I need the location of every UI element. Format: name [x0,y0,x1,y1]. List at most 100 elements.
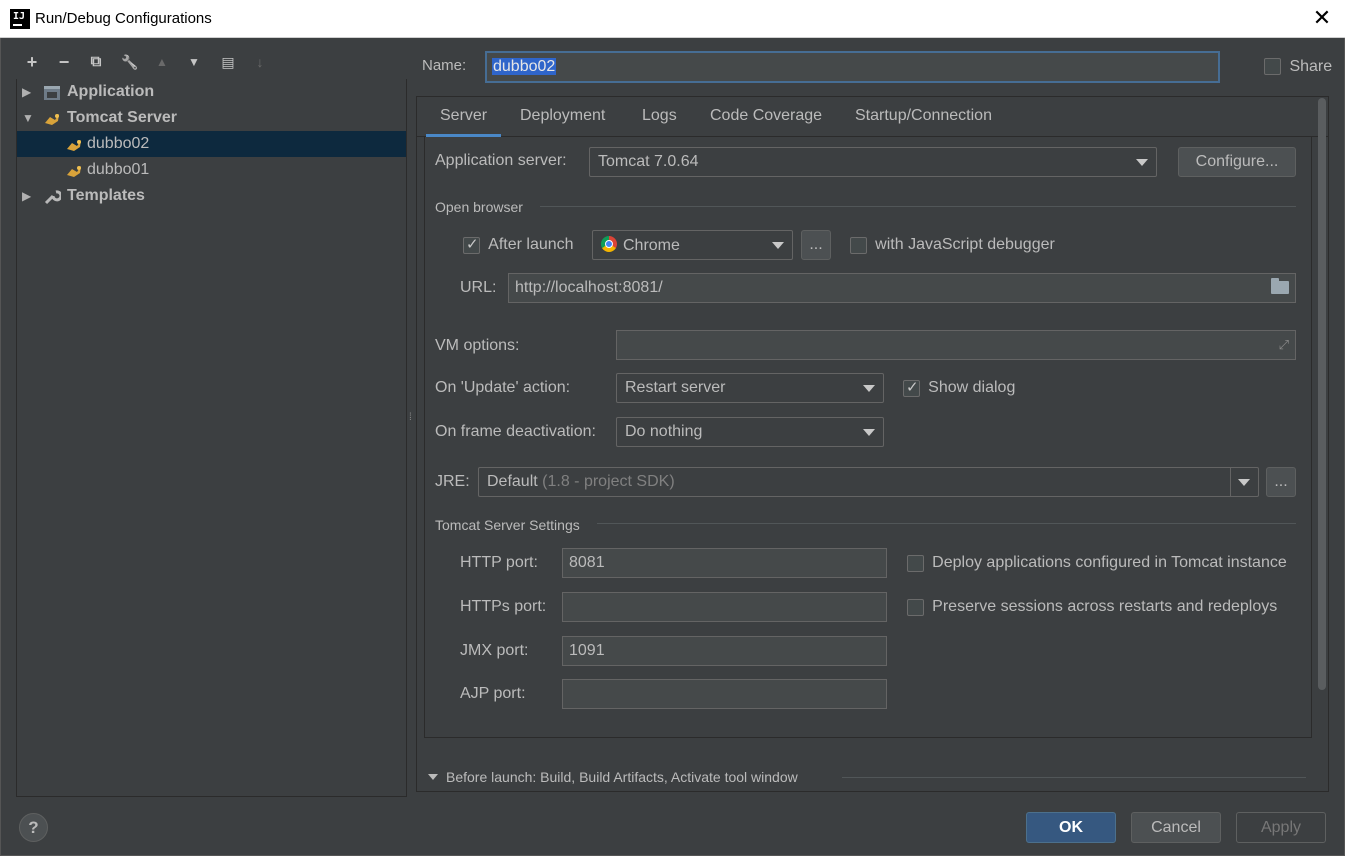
jre-select[interactable]: Default (1.8 - project SDK) [478,467,1259,497]
app-server-select[interactable]: Tomcat 7.0.64 [589,147,1157,177]
show-dialog-checkbox-box[interactable] [903,378,920,397]
tab-deployment[interactable]: Deployment [520,107,605,125]
on-update-select[interactable]: Restart server [616,373,884,403]
ajp-port-input[interactable] [562,679,887,709]
folder-icon[interactable] [1271,278,1289,294]
wrench-icon [43,188,63,205]
config-tree: ▶ Application ▼ Tomcat Server dubbo02 du… [16,79,407,797]
after-launch-checkbox[interactable]: After launch [463,235,574,254]
name-label: Name: [422,57,467,74]
tree-item-templates[interactable]: ▶ Templates [17,183,406,209]
on-frame-value: Do nothing [625,423,703,440]
show-dialog-checkbox[interactable]: Show dialog [903,378,1016,397]
https-port-label: HTTPs port: [460,598,547,615]
tree-item-dubbo02[interactable]: dubbo02 [17,131,406,157]
separator [1230,468,1231,496]
tree-item-label: Tomcat Server [67,109,177,126]
splitter-handle[interactable]: ⁞ [409,413,413,433]
browser-browse-button[interactable]: ... [801,230,831,260]
on-update-label: On 'Update' action: [435,379,571,396]
remove-config-button[interactable]: − [53,50,75,74]
app-server-label: Application server: [435,152,567,169]
collapse-triangle-icon [428,774,438,780]
vm-options-label: VM options: [435,337,520,354]
share-checkbox[interactable]: Share [1264,58,1332,76]
new-folder-button[interactable]: ▤ [217,50,239,74]
expand-arrow-icon[interactable]: ▶ [22,183,31,209]
move-up-button[interactable]: ▲ [151,50,173,74]
chevron-down-icon [1136,159,1148,166]
ajp-port-label: AJP port: [460,685,526,702]
tab-code-coverage[interactable]: Code Coverage [710,107,822,125]
panel-scrollbar[interactable] [1318,98,1326,690]
on-update-value: Restart server [625,379,726,396]
tab-server[interactable]: Server [425,107,502,137]
tomcat-icon [65,136,83,152]
vm-options-input[interactable]: ⤢ [616,330,1296,360]
http-port-label: HTTP port: [460,554,538,571]
preserve-sessions-checkbox-box[interactable] [907,598,924,616]
browser-value: Chrome [623,237,680,254]
tomcat-icon [43,110,61,126]
url-input[interactable]: http://localhost:8081/ [508,273,1296,303]
browser-select[interactable]: Chrome [592,230,793,260]
url-value: http://localhost:8081/ [515,279,663,296]
tab-bar: Server Deployment Logs Code Coverage Sta… [417,97,1328,137]
http-port-input[interactable]: 8081 [562,548,887,578]
before-launch-label: Before launch: Build, Build Artifacts, A… [446,769,798,785]
sort-button[interactable]: ↓ [249,50,271,74]
show-dialog-label: Show dialog [928,379,1016,396]
name-input[interactable]: dubbo02 [485,51,1220,83]
move-down-button[interactable]: ▼ [183,50,205,74]
js-debugger-checkbox[interactable]: with JavaScript debugger [850,236,1055,254]
apply-button[interactable]: Apply [1236,812,1326,843]
help-button[interactable]: ? [19,813,48,842]
expand-icon[interactable]: ⤢ [1279,337,1289,353]
cancel-button[interactable]: Cancel [1131,812,1221,843]
copy-config-button[interactable]: ⧉ [85,50,107,74]
on-frame-select[interactable]: Do nothing [616,417,884,447]
name-input-value: dubbo02 [492,58,557,75]
jmx-port-input[interactable]: 1091 [562,636,887,666]
ok-button[interactable]: OK [1026,812,1116,843]
configure-button[interactable]: Configure... [1178,147,1296,177]
jre-hint: (1.8 - project SDK) [542,473,675,490]
tomcat-icon [65,162,83,178]
jre-label: JRE: [435,473,470,490]
close-button[interactable]: ✕ [1299,0,1345,38]
deploy-apps-checkbox[interactable]: Deploy applications configured in Tomcat… [907,554,1287,572]
chrome-icon [601,236,617,252]
https-port-input[interactable] [562,592,887,622]
chevron-down-icon [772,242,784,249]
tab-startup-connection[interactable]: Startup/Connection [855,107,992,125]
tree-item-label: Application [67,83,155,100]
intellij-app-icon: IJ [10,9,30,29]
jre-browse-button[interactable]: ... [1266,467,1296,497]
share-checkbox-box[interactable] [1264,58,1281,76]
jmx-port-label: JMX port: [460,642,529,659]
separator [540,206,1296,207]
chevron-down-icon [1238,479,1250,486]
add-config-button[interactable]: + [21,50,43,74]
preserve-sessions-label: Preserve sessions across restarts and re… [932,598,1278,615]
before-launch-toggle[interactable]: Before launch: Build, Build Artifacts, A… [428,769,798,785]
tab-logs[interactable]: Logs [642,107,677,125]
after-launch-checkbox-box[interactable] [463,235,480,254]
title-bar: IJ Run/Debug Configurations ✕ [0,0,1345,38]
preserve-sessions-checkbox[interactable]: Preserve sessions across restarts and re… [907,598,1277,616]
tree-item-application[interactable]: ▶ Application [17,79,406,105]
share-label: Share [1289,58,1333,75]
chevron-down-icon [863,385,875,392]
jre-value: Default [487,473,538,490]
js-debugger-checkbox-box[interactable] [850,236,867,254]
edit-defaults-wrench-icon[interactable]: 🔧 [119,50,141,74]
deploy-apps-checkbox-box[interactable] [907,554,924,572]
tree-item-dubbo01[interactable]: dubbo01 [17,157,406,183]
tree-item-tomcat-server[interactable]: ▼ Tomcat Server [17,105,406,131]
tree-item-label: dubbo01 [87,161,150,178]
expand-arrow-icon[interactable]: ▶ [22,79,31,105]
collapse-arrow-icon[interactable]: ▼ [22,105,34,131]
deploy-apps-label: Deploy applications configured in Tomcat… [932,554,1287,571]
open-browser-title: Open browser [435,199,523,215]
application-icon [43,84,61,100]
